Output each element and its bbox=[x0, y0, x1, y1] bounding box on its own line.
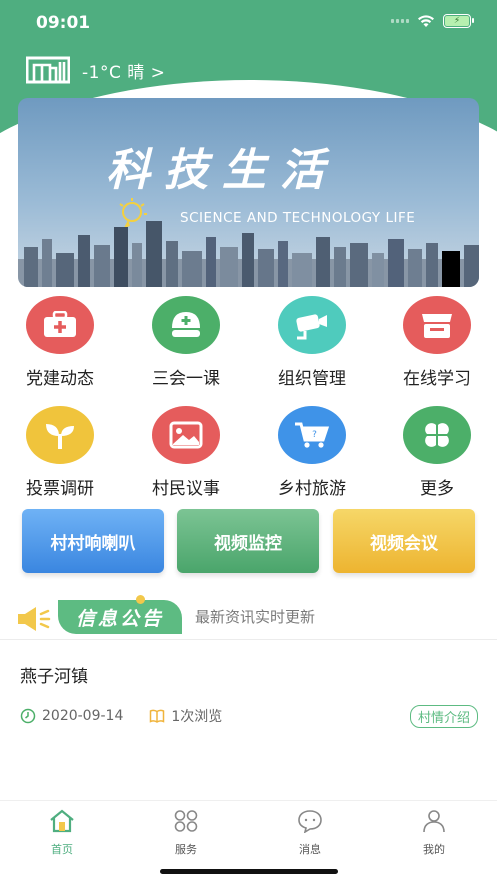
shopping-cart-icon: ? bbox=[278, 406, 346, 464]
tab-label: 服务 bbox=[175, 843, 197, 856]
store-icon bbox=[403, 296, 471, 354]
nurse-cap-icon bbox=[152, 296, 220, 354]
clock-icon bbox=[20, 708, 36, 724]
grid-label: 投票调研 bbox=[26, 479, 94, 499]
status-icons: ⚡ bbox=[391, 14, 474, 28]
clover-icon bbox=[403, 406, 471, 464]
banner-title: 科技生活 bbox=[106, 145, 338, 196]
tab-label: 消息 bbox=[299, 843, 321, 856]
news-views: 1次浏览 bbox=[171, 709, 223, 725]
tab-messages[interactable]: 消息 bbox=[270, 809, 350, 857]
grid-label: 村民议事 bbox=[152, 479, 220, 499]
grid-item-meetings[interactable]: 三会一课 bbox=[126, 296, 246, 389]
city-skyline-image bbox=[18, 221, 479, 287]
battery-icon: ⚡ bbox=[443, 14, 474, 28]
weather-link[interactable]: -1°C 晴 > bbox=[82, 58, 165, 83]
tab-services[interactable]: 服务 bbox=[146, 809, 226, 857]
video-meeting-button[interactable]: 视频会议 bbox=[333, 509, 475, 573]
notice-subtitle: 最新资讯实时更新 bbox=[195, 608, 316, 626]
grid-label: 党建动态 bbox=[26, 369, 94, 389]
news-meta: 2020-09-14 1次浏览 bbox=[20, 706, 222, 726]
news-item[interactable]: 燕子河镇 2020-09-14 1次浏览 村情介绍 bbox=[0, 640, 497, 740]
status-bar: 09:01 ⚡ bbox=[0, 0, 497, 46]
medical-kit-icon bbox=[26, 296, 94, 354]
user-icon bbox=[423, 810, 445, 833]
book-icon bbox=[150, 709, 165, 723]
signal-icon bbox=[391, 19, 409, 23]
video-camera-icon bbox=[278, 296, 346, 354]
notice-header: 信息公告 最新资讯实时更新 bbox=[0, 595, 497, 640]
grid-item-voting[interactable]: 投票调研 bbox=[0, 406, 120, 499]
grid-label: 更多 bbox=[420, 479, 454, 499]
topbar: -1°C 晴 > bbox=[26, 54, 165, 86]
picture-icon bbox=[152, 406, 220, 464]
grid-label: 组织管理 bbox=[278, 369, 346, 389]
grid-item-organization[interactable]: 组织管理 bbox=[252, 296, 372, 389]
sprout-icon bbox=[26, 406, 94, 464]
notice-badge-text: 信息公告 bbox=[75, 607, 164, 630]
grid-item-rural-tourism[interactable]: ? 乡村旅游 bbox=[252, 406, 372, 499]
message-icon bbox=[298, 810, 322, 834]
banner-carousel[interactable]: 科技生活 SCIENCE AND TECHNOLOGY LIFE bbox=[18, 98, 479, 287]
svg-text:?: ? bbox=[312, 430, 317, 440]
app-logo-icon bbox=[26, 56, 70, 84]
tab-home[interactable]: 首页 bbox=[22, 809, 102, 857]
news-title: 燕子河镇 bbox=[20, 667, 88, 687]
megaphone-icon bbox=[18, 607, 51, 631]
wifi-icon bbox=[418, 15, 434, 27]
tab-label: 首页 bbox=[51, 843, 73, 856]
video-monitor-button[interactable]: 视频监控 bbox=[177, 509, 319, 573]
grid-label: 在线学习 bbox=[403, 369, 471, 389]
grid-item-more[interactable]: 更多 bbox=[377, 406, 497, 499]
grid-item-party-news[interactable]: 党建动态 bbox=[0, 296, 120, 389]
grid-label: 三会一课 bbox=[152, 369, 220, 389]
status-time: 09:01 bbox=[36, 13, 91, 33]
tab-label: 我的 bbox=[423, 843, 445, 856]
grid-label: 乡村旅游 bbox=[278, 479, 346, 499]
broadcast-button[interactable]: 村村响喇叭 bbox=[22, 509, 164, 573]
news-date: 2020-09-14 bbox=[42, 708, 124, 724]
home-indicator bbox=[160, 869, 338, 874]
news-tag[interactable]: 村情介绍 bbox=[409, 705, 478, 728]
grid-item-online-learning[interactable]: 在线学习 bbox=[377, 296, 497, 389]
grid-item-villager-affairs[interactable]: 村民议事 bbox=[126, 406, 246, 499]
services-icon bbox=[174, 810, 198, 832]
notice-badge: 信息公告 bbox=[58, 595, 182, 634]
tab-profile[interactable]: 我的 bbox=[394, 809, 474, 857]
home-icon bbox=[50, 809, 74, 833]
